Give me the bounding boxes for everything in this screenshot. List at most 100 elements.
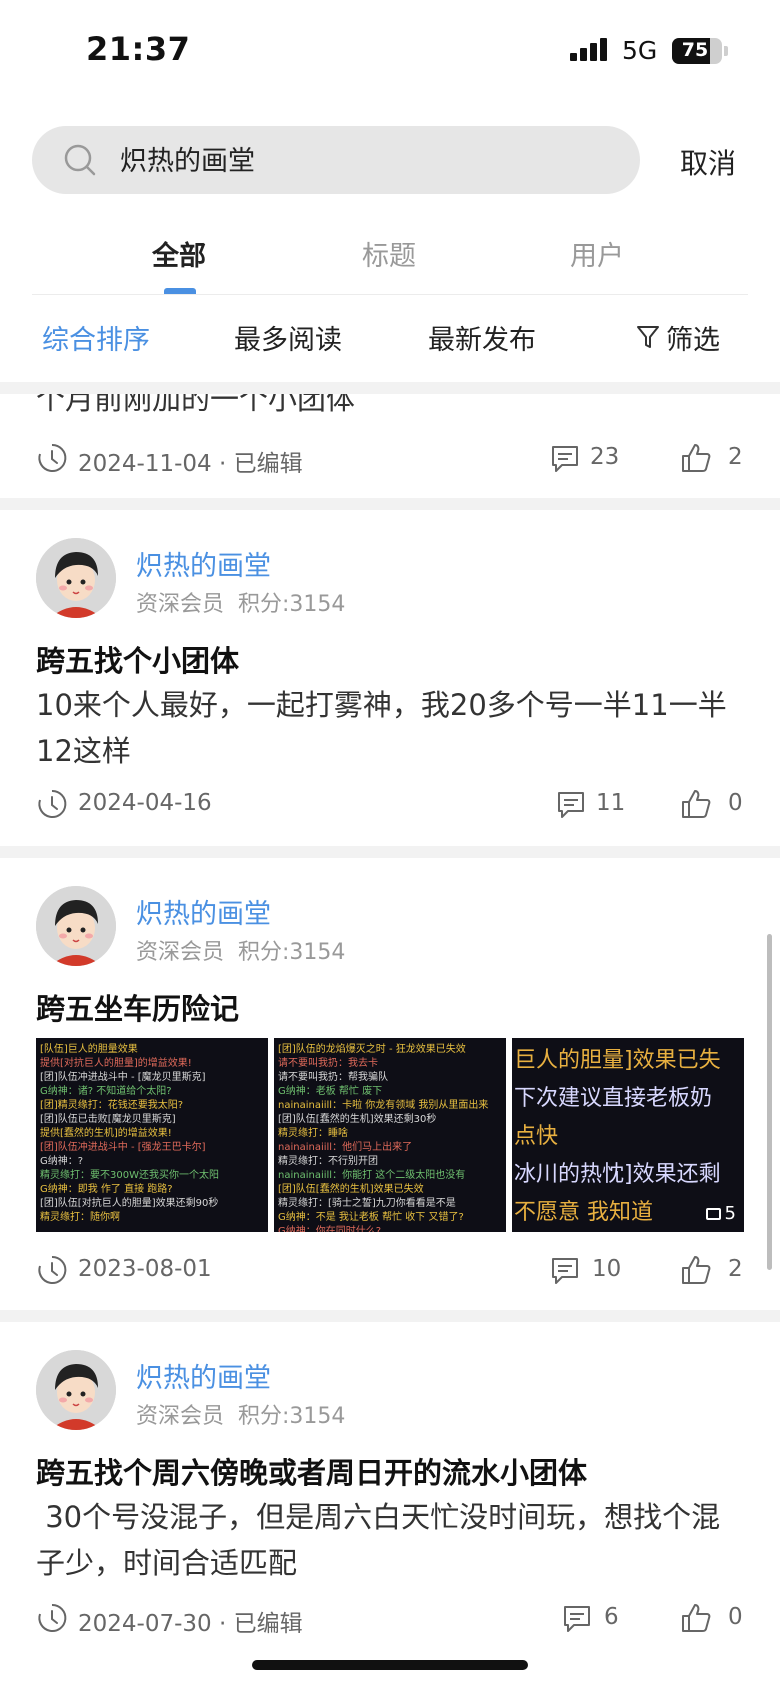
author-name[interactable]: 炽热的画堂 (136, 1356, 271, 1395)
image-text-line: [团]精灵缘打：花钱还要我太阳? (40, 1100, 184, 1111)
comment-count: 11 (596, 790, 626, 816)
image-text-line: 巨人的胆量]效果已失 (514, 1048, 721, 1073)
sort-comprehensive[interactable]: 综合排序 (42, 318, 150, 357)
tab-user[interactable]: 用户 (570, 234, 624, 273)
image-text-line: G纳神：诸? 不知道给个太阳? (40, 1086, 172, 1097)
post-title[interactable]: 跨五坐车历险记 (36, 986, 239, 1028)
battery-icon: 75 (672, 38, 722, 64)
like-count: 0 (728, 1604, 743, 1630)
image-text-line: 精灵缘打：不行别开团 (278, 1156, 378, 1167)
filter-button[interactable]: 筛选 (666, 318, 720, 357)
image-text-line: 点快 (514, 1124, 559, 1149)
author-name[interactable]: 炽热的画堂 (136, 544, 271, 583)
post-card[interactable]: 炽热的画堂 资深会员 积分:3154 跨五坐车历险记 精灵缘打：随你啊 [团]队伍[… (0, 858, 780, 1310)
comment-icon[interactable] (556, 790, 586, 820)
post-date: 2024-04-16 (78, 790, 212, 816)
post-body: 30个号没混子，但是周六白天忙没时间玩，想找个混子少，时间合适匹配 (36, 1500, 721, 1580)
sort-bar: 综合排序 最多阅读 最新发布 筛选 (0, 318, 780, 358)
image-text-line: G纳神：? (40, 1156, 84, 1167)
post-image-3[interactable]: 不愿意 我知道 冰川的热忱]效果还剩 点快 下次建议直接老板奶 巨人的胆量]效果已失 5 (512, 1038, 744, 1232)
cancel-button[interactable]: 取消 (680, 142, 736, 182)
sort-newest[interactable]: 最新发布 (428, 318, 536, 357)
avatar[interactable] (36, 538, 116, 618)
search-icon (64, 144, 96, 176)
image-stack-icon (705, 1207, 721, 1220)
battery-percentage: 75 (681, 39, 709, 61)
comment-icon[interactable] (550, 1256, 580, 1286)
battery-tip (724, 46, 728, 56)
avatar[interactable] (36, 886, 116, 966)
image-text-line: 请不要叫我扔：我去卡 (278, 1058, 378, 1069)
image-text-line: G纳神：即我 作了 直接 跑路? (40, 1184, 173, 1195)
search-input[interactable] (120, 143, 600, 174)
filter-icon[interactable] (636, 324, 660, 350)
image-text-line: [团]队伍已击败[魔龙贝里斯克] (40, 1114, 176, 1125)
image-text-line: [队伍]巨人的胆量效果 (40, 1044, 138, 1055)
member-level: 资深会员 (136, 1404, 225, 1429)
avatar-image (36, 1350, 116, 1430)
image-text-line: nainainaiill：你能打 这个二级太阳也没有 (278, 1170, 466, 1181)
comment-icon[interactable] (550, 444, 580, 474)
home-indicator[interactable] (252, 1660, 528, 1670)
like-icon[interactable] (680, 788, 712, 820)
member-level: 资深会员 (136, 592, 225, 617)
member-score: 积分:3154 (238, 940, 346, 965)
post-card[interactable]: 个月前刚加的一个小团体 2024-11-04 · 已编辑 23 2 (0, 394, 780, 498)
image-text-line: [团]队伍[蠢然的生机]效果已失效 (278, 1184, 424, 1195)
member-score: 积分:3154 (238, 592, 346, 617)
image-text-line: [团]队伍冲进战斗中 - [强龙王巴卡尔] (40, 1142, 206, 1153)
post-date: 2023-08-01 (78, 1256, 212, 1282)
comment-icon[interactable] (562, 1604, 592, 1634)
avatar-image (36, 886, 116, 966)
image-text-line: 不愿意 我知道 (514, 1200, 653, 1225)
image-text-line: G纳神：不是 我让老板 帮忙 收下 又错了? (278, 1212, 464, 1223)
author-meta: 资深会员 积分:3154 (136, 934, 345, 966)
image-text-line: 请不要叫我扔：帮我骗队 (278, 1072, 388, 1083)
image-text-line: [团]队伍[蠢然的生机]效果还剩30秒 (278, 1114, 437, 1125)
image-count: 5 (724, 1203, 736, 1224)
search-bar[interactable] (32, 126, 640, 194)
post-title[interactable]: 跨五找个小团体 (36, 638, 239, 680)
post-date: 2024-11-04 · 已编辑 (78, 451, 303, 477)
tab-all[interactable]: 全部 (152, 234, 206, 273)
post-title[interactable]: 跨五找个周六傍晚或者周日开的流水小团体 (36, 1450, 587, 1492)
post-meta: 2024-07-30 · 已编辑 6 0 (36, 1600, 748, 1637)
image-text-line: G纳神：老板 帮忙 废下 (278, 1086, 383, 1097)
image-text-line: 提供[对抗巨人的胆量]的增益效果! (40, 1058, 192, 1069)
author-name[interactable]: 炽热的画堂 (136, 892, 271, 931)
post-image-1[interactable]: 精灵缘打：随你啊 [团]队伍[对抗巨人的胆量]效果还剩90秒 G纳神：即我 作了 直… (36, 1038, 268, 1232)
image-text-line: 冰川的热忱]效果还剩 (514, 1162, 721, 1187)
author-meta: 资深会员 积分:3154 (136, 586, 345, 618)
clock-icon (38, 443, 67, 472)
clock-icon (38, 789, 67, 818)
comment-count: 10 (592, 1256, 622, 1282)
section-gap (0, 498, 780, 510)
avatar[interactable] (36, 1350, 116, 1430)
image-text-line: [团]队伍冲进战斗中 - [魔龙贝里斯克] (40, 1072, 206, 1083)
image-text-line: [团]队伍[对抗巨人的胆量]效果还剩90秒 (40, 1198, 219, 1209)
post-card[interactable]: 炽热的画堂 资深会员 积分:3154 跨五找个周六傍晚或者周日开的流水小团体 30… (0, 1322, 780, 1664)
post-card[interactable]: 炽热的画堂 资深会员 积分:3154 跨五找个小团体 10来个人最好，一起打雾神，… (0, 510, 780, 846)
tab-title[interactable]: 标题 (362, 234, 416, 273)
like-icon[interactable] (680, 1254, 712, 1286)
image-text-line: 精灵缘打：睡啥 (278, 1128, 348, 1139)
image-text-line: 精灵缘打：[骑士之誓]九刀你看看是不是 (278, 1198, 456, 1209)
like-count: 0 (728, 790, 743, 816)
post-meta: 2024-04-16 11 0 (36, 786, 748, 822)
image-text-line: nainainaiill：他们马上出来了 (278, 1142, 413, 1153)
clock-icon (38, 1255, 67, 1284)
section-gap (0, 1310, 780, 1322)
like-icon[interactable] (680, 1602, 712, 1634)
post-image-2[interactable]: G纳神：你在同时什么? G纳神：不是 我让老板 帮忙 收下 又错了? 精灵缘打：[骑… (274, 1038, 506, 1232)
member-level: 资深会员 (136, 940, 225, 965)
status-bar: 21:37 5G 75 (0, 0, 780, 100)
like-icon[interactable] (680, 442, 712, 474)
comment-count: 6 (604, 1604, 619, 1630)
sort-most-read[interactable]: 最多阅读 (234, 318, 342, 357)
image-gallery: 精灵缘打：随你啊 [团]队伍[对抗巨人的胆量]效果还剩90秒 G纳神：即我 作了 直… (36, 1038, 744, 1232)
scrollbar[interactable] (767, 934, 772, 1270)
status-time: 21:37 (86, 30, 191, 68)
post-meta: 2023-08-01 10 2 (36, 1252, 748, 1288)
image-text-line: nainainaiill：卡啦 你龙有领域 我别从里面出来 (278, 1100, 489, 1111)
post-body: 个月前刚加的一个小团体 (36, 394, 356, 416)
